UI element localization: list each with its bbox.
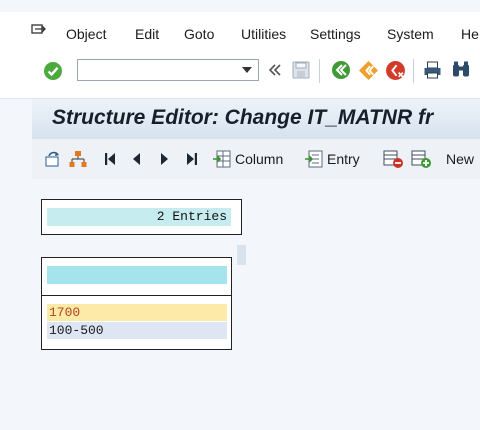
cancel-icon[interactable] — [385, 60, 406, 81]
last-page-icon[interactable] — [185, 151, 199, 167]
entry-button[interactable]: Entry — [327, 151, 360, 167]
toolbar-separator — [413, 59, 414, 83]
menu-object[interactable]: Object — [66, 26, 106, 42]
header-divider — [42, 295, 231, 296]
delete-row-icon[interactable] — [383, 149, 404, 169]
menu-bar: Object Edit Goto Utilities Settings Syst… — [0, 12, 480, 46]
entries-count-field: 2 Entries — [47, 208, 231, 226]
system-menu-icon[interactable] — [31, 24, 47, 38]
table-row[interactable]: 1700 — [47, 304, 227, 321]
page-title: Structure Editor: Change IT_MATNR fr — [52, 106, 434, 129]
next-page-icon[interactable] — [159, 151, 171, 167]
menu-edit[interactable]: Edit — [135, 26, 159, 42]
refresh-icon[interactable] — [44, 150, 62, 168]
menu-help[interactable]: He — [461, 26, 479, 42]
hierarchy-icon[interactable] — [69, 150, 87, 168]
entry-icon[interactable] — [304, 149, 324, 169]
entries-panel: 2 Entries — [41, 199, 242, 235]
column-icon[interactable] — [212, 149, 232, 169]
column-button[interactable]: Column — [235, 151, 283, 167]
insert-row-icon[interactable] — [411, 149, 432, 169]
back-icon[interactable] — [331, 60, 351, 80]
column-header[interactable] — [47, 266, 227, 284]
print-icon[interactable] — [422, 60, 443, 80]
entries-count: 2 Entries — [156, 209, 227, 224]
save-icon[interactable] — [291, 60, 311, 80]
toolbar-separator — [319, 59, 320, 83]
history-icon[interactable] — [268, 63, 282, 77]
command-field[interactable] — [77, 59, 259, 81]
table-row[interactable]: 100-500 — [47, 322, 227, 339]
menu-utilities[interactable]: Utilities — [241, 26, 286, 42]
first-page-icon[interactable] — [103, 151, 117, 167]
command-dropdown-icon[interactable] — [242, 67, 252, 73]
application-toolbar: Column Entry New — [32, 139, 480, 179]
scrollbar[interactable] — [237, 245, 246, 265]
menu-system[interactable]: System — [387, 26, 434, 42]
previous-page-icon[interactable] — [130, 151, 142, 167]
menu-settings[interactable]: Settings — [310, 26, 361, 42]
command-input[interactable] — [80, 61, 242, 81]
values-table: 1700 100-500 — [41, 257, 232, 350]
title-bar: Structure Editor: Change IT_MATNR fr — [32, 99, 480, 139]
menu-goto[interactable]: Goto — [184, 26, 214, 42]
new-button[interactable]: New — [446, 151, 474, 167]
enter-icon[interactable] — [43, 61, 63, 81]
find-icon[interactable] — [451, 59, 471, 80]
exit-icon[interactable] — [358, 60, 379, 81]
